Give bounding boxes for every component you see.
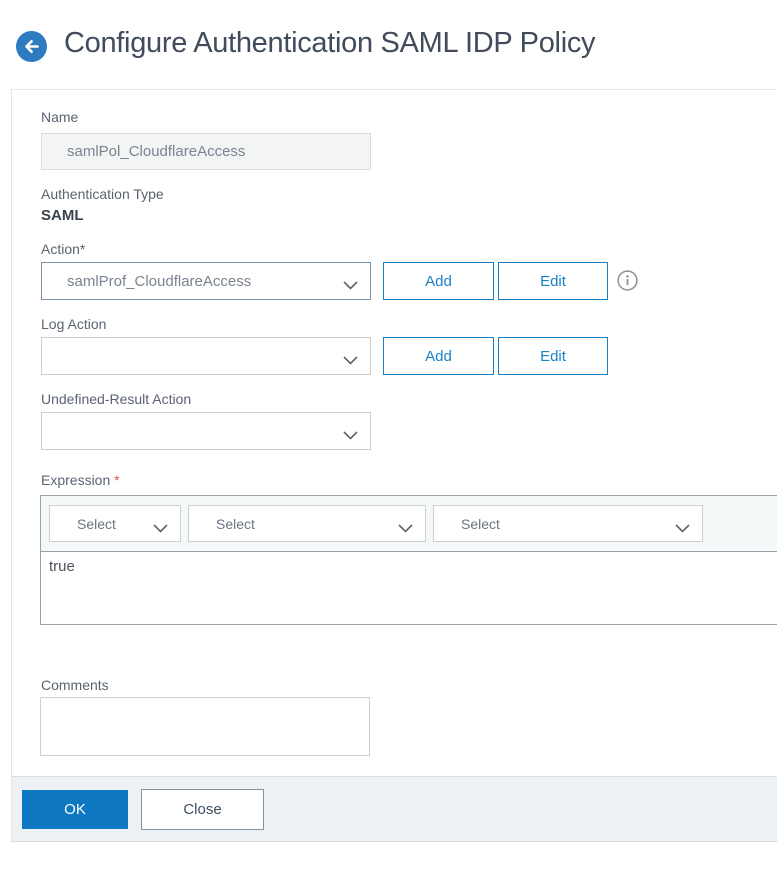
comments-textarea[interactable] xyxy=(40,697,370,756)
expression-select-value: Select xyxy=(77,515,116,532)
chevron-down-icon xyxy=(343,427,358,440)
action-select[interactable]: samlProf_CloudflareAccess xyxy=(41,262,371,300)
expression-select-value: Select xyxy=(216,515,255,532)
undefined-result-action-label: Undefined-Result Action xyxy=(41,391,192,407)
comments-label: Comments xyxy=(41,677,109,693)
expression-operand-select-3[interactable]: Select xyxy=(433,505,703,542)
footer-bar: OK Close xyxy=(11,776,777,842)
undefined-result-action-select[interactable] xyxy=(41,412,371,450)
chevron-down-icon xyxy=(343,352,358,365)
chevron-down-icon xyxy=(675,520,690,533)
action-select-value: samlProf_CloudflareAccess xyxy=(67,272,252,290)
auth-type-value: SAML xyxy=(41,207,84,224)
name-input xyxy=(41,133,371,170)
auth-type-label: Authentication Type xyxy=(41,186,164,202)
ok-button[interactable]: OK xyxy=(22,790,128,829)
expression-operand-select-2[interactable]: Select xyxy=(188,505,426,542)
info-icon[interactable] xyxy=(617,270,638,291)
expression-label: Expression * xyxy=(41,472,120,488)
log-action-add-button[interactable]: Add xyxy=(383,337,494,375)
chevron-down-icon xyxy=(153,520,168,533)
name-label: Name xyxy=(41,109,79,125)
expression-operand-select-1[interactable]: Select xyxy=(49,505,181,542)
back-arrow-icon xyxy=(16,31,47,65)
log-action-select[interactable] xyxy=(41,337,371,375)
close-button[interactable]: Close xyxy=(141,789,264,830)
expression-select-value: Select xyxy=(461,515,500,532)
action-add-button[interactable]: Add xyxy=(383,262,494,300)
required-asterisk: * xyxy=(114,472,120,488)
action-label: Action* xyxy=(41,241,86,257)
expression-toolbar: Select Select Select xyxy=(40,495,777,552)
log-action-label: Log Action xyxy=(41,316,107,332)
back-button[interactable] xyxy=(16,31,47,62)
chevron-down-icon xyxy=(343,277,358,290)
log-action-edit-button[interactable]: Edit xyxy=(498,337,608,375)
expression-textarea[interactable]: true xyxy=(40,552,777,625)
action-edit-button[interactable]: Edit xyxy=(498,262,608,300)
configure-saml-idp-policy-page: Configure Authentication SAML IDP Policy… xyxy=(0,0,777,877)
chevron-down-icon xyxy=(398,520,413,533)
page-title: Configure Authentication SAML IDP Policy xyxy=(64,27,596,59)
